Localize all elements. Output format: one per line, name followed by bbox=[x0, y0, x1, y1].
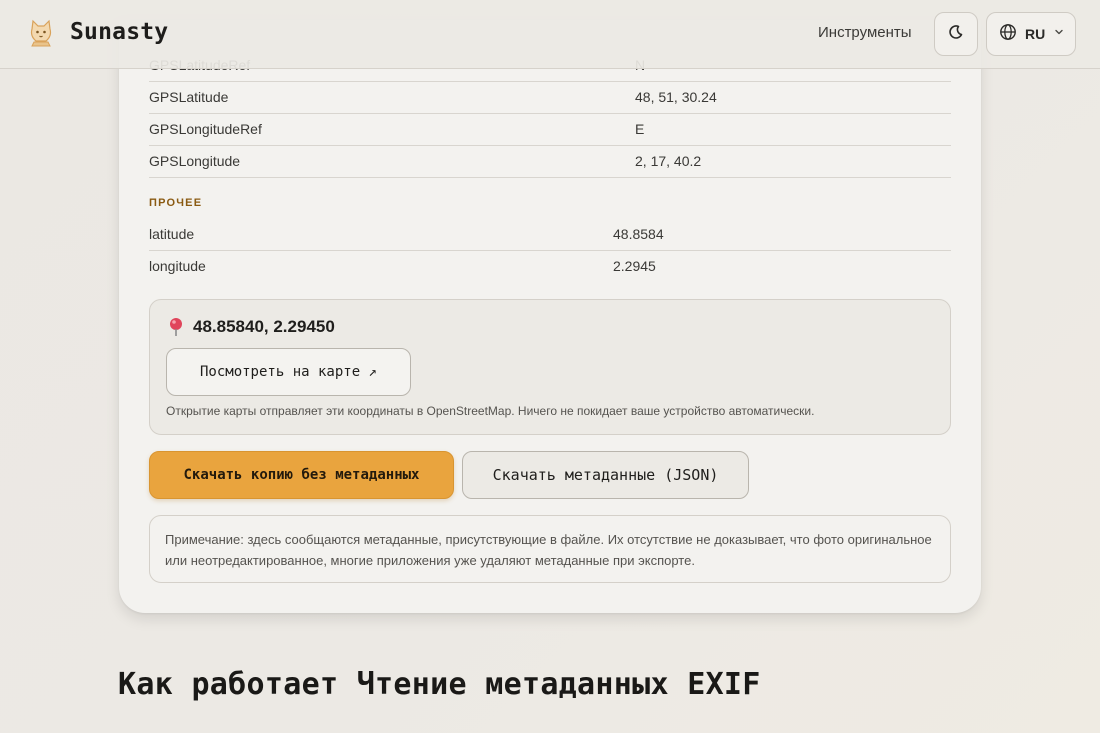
metadata-key: GPSLongitudeRef bbox=[149, 121, 262, 137]
table-row: GPSLatitude 48, 51, 30.24 bbox=[149, 82, 951, 114]
table-row: GPSLongitude 2, 17, 40.2 bbox=[149, 146, 951, 178]
table-row: GPSLongitudeRef E bbox=[149, 114, 951, 146]
download-clean-copy-button[interactable]: Скачать копию без метаданных bbox=[149, 451, 454, 499]
metadata-key: latitude bbox=[149, 226, 195, 242]
table-row: longitude 2.2945 bbox=[149, 251, 951, 283]
metadata-value: E bbox=[635, 121, 645, 137]
nav-link-tools[interactable]: Инструменты bbox=[818, 24, 912, 41]
globe-icon bbox=[999, 23, 1017, 46]
metadata-card: GPSLatitudeRef N GPSLatitude 48, 51, 30.… bbox=[119, 20, 981, 613]
how-it-works-heading: Как работает Чтение метаданных EXIF bbox=[118, 667, 761, 702]
metadata-key: GPSLatitude bbox=[149, 89, 229, 105]
top-navigation-bar: Sunasty Инструменты RU bbox=[0, 0, 1100, 69]
theme-toggle-button[interactable] bbox=[934, 12, 978, 56]
map-pin-icon bbox=[168, 317, 184, 337]
moon-icon bbox=[948, 24, 964, 45]
table-row: latitude 48.8584 bbox=[149, 219, 951, 251]
cat-logo-icon[interactable] bbox=[26, 18, 56, 48]
metadata-key: longitude bbox=[149, 258, 206, 274]
coordinates: 48.85840, 2.29450 bbox=[193, 317, 335, 336]
metadata-value: 48, 51, 30.24 bbox=[635, 89, 717, 105]
metadata-value: 48.8584 bbox=[613, 226, 664, 242]
download-json-button[interactable]: Скачать метаданные (JSON) bbox=[462, 451, 749, 499]
language-selector[interactable]: RU bbox=[986, 12, 1076, 56]
metadata-value: 2.2945 bbox=[613, 258, 656, 274]
metadata-key: GPSLongitude bbox=[149, 153, 241, 169]
language-code: RU bbox=[1025, 26, 1046, 42]
section-title-other: ПРОЧЕЕ bbox=[149, 197, 203, 209]
view-on-map-button[interactable]: Посмотреть на карте ↗ bbox=[166, 348, 411, 396]
map-privacy-note: Открытие карты отправляет эти координаты… bbox=[166, 404, 815, 418]
location-panel: 48.85840, 2.29450 Посмотреть на карте ↗ … bbox=[149, 299, 951, 435]
chevron-down-icon bbox=[1053, 25, 1065, 43]
disclaimer-note: Примечание: здесь сообщаются метаданные,… bbox=[149, 515, 951, 583]
brand-name[interactable]: Sunasty bbox=[70, 19, 168, 45]
metadata-value: 2, 17, 40.2 bbox=[635, 153, 702, 169]
